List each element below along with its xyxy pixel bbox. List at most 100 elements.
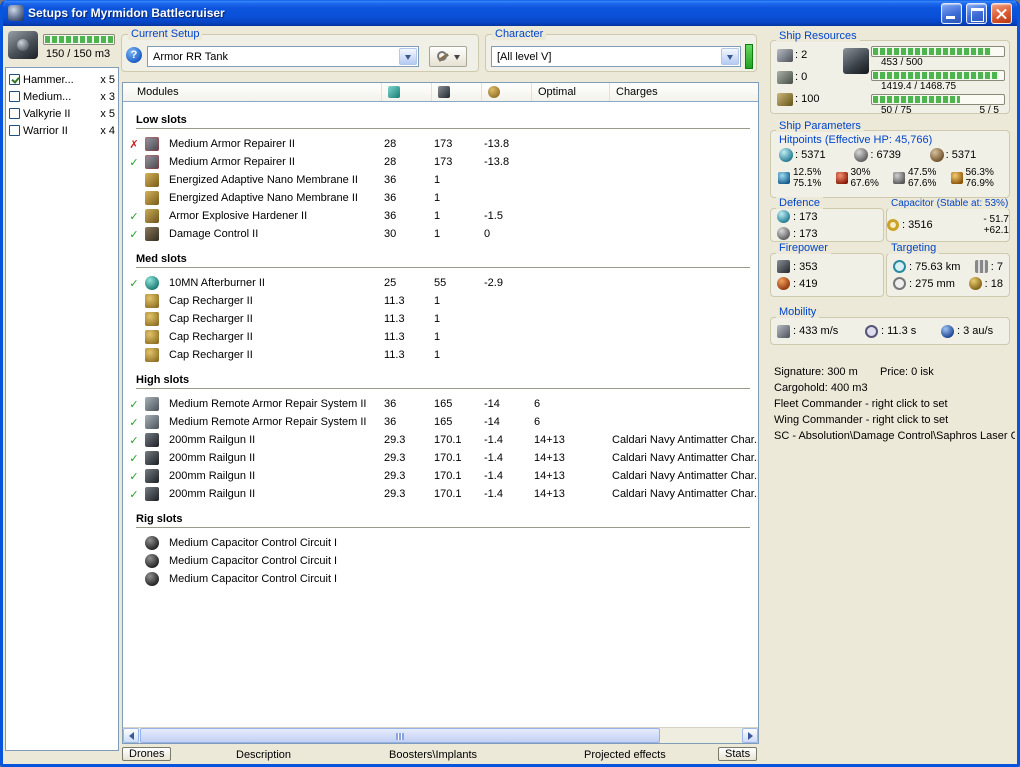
squad-commander-slot[interactable]: SC - Absolution\Damage Control\Saphros L… bbox=[774, 430, 1015, 446]
module-row[interactable]: Medium Capacitor Control Circuit I bbox=[123, 534, 758, 552]
tab-description[interactable]: Description bbox=[236, 749, 291, 761]
drone-list-item[interactable]: Hammer... x 5 bbox=[8, 71, 116, 88]
module-charge: Caldari Navy Antimatter Char... bbox=[612, 452, 758, 464]
price-text: Price: 0 isk bbox=[880, 366, 934, 378]
module-charge: Caldari Navy Antimatter Char... bbox=[612, 488, 758, 500]
defence-box: 173 173 bbox=[770, 208, 884, 242]
thermal-resist: 56.3% 76.9% bbox=[950, 167, 1003, 189]
module-row[interactable]: ✓ Medium Remote Armor Repair System II 36 1… bbox=[123, 413, 758, 431]
drone-list[interactable]: Hammer... x 5 Medium... x 3 Valkyrie II x 5 Wa… bbox=[5, 67, 119, 751]
module-row[interactable]: ✗ Medium Armor Repairer II 28 173 -13.8 bbox=[123, 135, 758, 153]
nano-membrane-icon bbox=[145, 191, 159, 205]
maximize-button[interactable] bbox=[966, 2, 987, 24]
module-row[interactable]: ✓ 10MN Afterburner II 25 55 -2.9 bbox=[123, 274, 758, 292]
module-row[interactable]: Cap Recharger II 11.3 1 bbox=[123, 328, 758, 346]
drone-checkbox[interactable] bbox=[9, 91, 20, 102]
character-select-arrow-icon[interactable] bbox=[721, 48, 739, 65]
module-row[interactable]: ✓ 200mm Railgun II 29.3 170.1 -1.4 14+13 Calda… bbox=[123, 485, 758, 503]
module-row[interactable]: Energized Adaptive Nano Membrane II 36 1 bbox=[123, 189, 758, 207]
module-row[interactable]: ✓ 200mm Railgun II 29.3 170.1 -1.4 14+13 Calda… bbox=[123, 431, 758, 449]
module-cpu: 11.3 bbox=[384, 331, 405, 343]
drone-checkbox[interactable] bbox=[9, 74, 20, 85]
fitted-ok-icon: ✓ bbox=[129, 210, 139, 223]
drone-list-item[interactable]: Valkyrie II x 5 bbox=[8, 105, 116, 122]
module-name: Medium Capacitor Control Circuit I bbox=[169, 537, 338, 549]
volley-value: 353 bbox=[793, 261, 817, 273]
modules-table: Modules Optimal Charges Low slots ✗ Medium… bbox=[122, 82, 759, 744]
launcher-hardpoints-free: 0 bbox=[795, 71, 807, 83]
module-name: 200mm Railgun II bbox=[169, 470, 256, 482]
module-row[interactable]: ✓ 200mm Railgun II 29.3 170.1 -1.4 14+13 Calda… bbox=[123, 449, 758, 467]
scroll-left-button[interactable] bbox=[123, 728, 139, 743]
fitted-ok-icon: ✓ bbox=[129, 398, 139, 411]
module-row[interactable]: Medium Capacitor Control Circuit I bbox=[123, 570, 758, 588]
drone-list-item[interactable]: Medium... x 3 bbox=[8, 88, 116, 105]
tab-boosters-implants[interactable]: Boosters\Implants bbox=[389, 749, 477, 761]
module-row[interactable]: Cap Recharger II 11.3 1 bbox=[123, 310, 758, 328]
cap-recharger-icon bbox=[145, 294, 159, 308]
module-row[interactable]: Medium Capacitor Control Circuit I bbox=[123, 552, 758, 570]
fleet-commander-slot[interactable]: Fleet Commander - right click to set bbox=[774, 398, 1015, 414]
module-powergrid: 1 bbox=[434, 331, 441, 343]
module-cap-use: -14 bbox=[484, 416, 500, 428]
powergrid-column-header bbox=[431, 83, 481, 101]
capacitor-column-header bbox=[481, 83, 531, 101]
tab-projected-effects[interactable]: Projected effects bbox=[584, 749, 666, 761]
drone-list-item[interactable]: Warrior II x 4 bbox=[8, 122, 116, 139]
module-cpu: 36 bbox=[384, 210, 397, 222]
drone-name: Warrior II bbox=[23, 124, 68, 137]
help-icon[interactable] bbox=[126, 47, 142, 63]
module-row[interactable]: ✓ Armor Explosive Hardener II 36 1 -1.5 bbox=[123, 207, 758, 225]
module-cpu: 30 bbox=[384, 228, 397, 240]
module-row[interactable]: Cap Recharger II 11.3 1 bbox=[123, 346, 758, 364]
module-name: Cap Recharger II bbox=[169, 331, 253, 343]
module-row[interactable]: ✓ Medium Remote Armor Repair System II 36 1… bbox=[123, 395, 758, 413]
drone-checkbox[interactable] bbox=[9, 108, 20, 119]
module-cap-use: -1.4 bbox=[484, 470, 503, 482]
module-powergrid: 165 bbox=[434, 416, 453, 428]
tab-drones[interactable]: Drones bbox=[122, 747, 172, 761]
sensor-strength-icon bbox=[968, 277, 982, 290]
drone-bay-capacity-text: 150 / 150 m3 bbox=[45, 48, 111, 60]
scrollbar-thumb[interactable] bbox=[140, 728, 660, 743]
targeting-label: Targeting bbox=[888, 242, 940, 254]
character-select[interactable]: [All level V] bbox=[491, 46, 741, 67]
close-button[interactable] bbox=[991, 2, 1012, 24]
module-row[interactable]: ✓ Damage Control II 30 1 0 bbox=[123, 225, 758, 243]
module-row[interactable]: Energized Adaptive Nano Membrane II 36 1 bbox=[123, 171, 758, 189]
character-skills-indicator bbox=[745, 44, 753, 69]
tab-stats[interactable]: Stats bbox=[718, 747, 758, 761]
window-content: 150 / 150 m3 Hammer... x 5 Medium... x 3 Val… bbox=[3, 26, 1017, 764]
module-row[interactable]: Cap Recharger II 11.3 1 bbox=[123, 292, 758, 310]
calibration-usage-text: 50 / 75 bbox=[881, 105, 912, 116]
powergrid-column-icon bbox=[438, 86, 450, 98]
fitted-ok-icon: ✓ bbox=[129, 416, 139, 429]
module-cpu: 11.3 bbox=[384, 295, 405, 307]
module-row[interactable]: ✓ Medium Armor Repairer II 28 173 -13.8 bbox=[123, 153, 758, 171]
warp-speed-value: 3 au/s bbox=[957, 325, 993, 337]
armor-resist-value: 67.6% bbox=[908, 178, 937, 189]
scroll-right-button[interactable] bbox=[742, 728, 758, 743]
module-row[interactable]: ✓ 200mm Railgun II 29.3 170.1 -1.4 14+13 Calda… bbox=[123, 467, 758, 485]
free-slots-list: 2 0 100 bbox=[777, 44, 819, 110]
setup-select[interactable]: Armor RR Tank bbox=[147, 46, 419, 67]
module-name: Cap Recharger II bbox=[169, 295, 253, 307]
nano-membrane-icon bbox=[145, 173, 159, 187]
module-name: Cap Recharger II bbox=[169, 349, 253, 361]
module-name: Cap Recharger II bbox=[169, 313, 253, 325]
drone-bay-capacity-bar bbox=[43, 34, 115, 45]
module-powergrid: 170.1 bbox=[434, 434, 462, 446]
launcher-hardpoint-icon bbox=[777, 70, 793, 84]
minimize-button[interactable] bbox=[941, 2, 962, 24]
cargohold-text: Cargohold: 400 m3 bbox=[774, 382, 868, 394]
shield-defence-value: 173 bbox=[793, 211, 817, 223]
horizontal-scrollbar[interactable] bbox=[123, 727, 758, 743]
module-powergrid: 170.1 bbox=[434, 470, 462, 482]
drone-checkbox[interactable] bbox=[9, 125, 20, 136]
setup-tools-button[interactable] bbox=[429, 46, 467, 67]
shield-hp: 5371 bbox=[779, 148, 850, 162]
setup-select-arrow-icon[interactable] bbox=[399, 48, 417, 65]
wing-commander-slot[interactable]: Wing Commander - right click to set bbox=[774, 414, 1015, 430]
capacitor-label: Capacitor (Stable at: 53%) bbox=[888, 198, 1012, 209]
module-powergrid: 1 bbox=[434, 228, 441, 240]
